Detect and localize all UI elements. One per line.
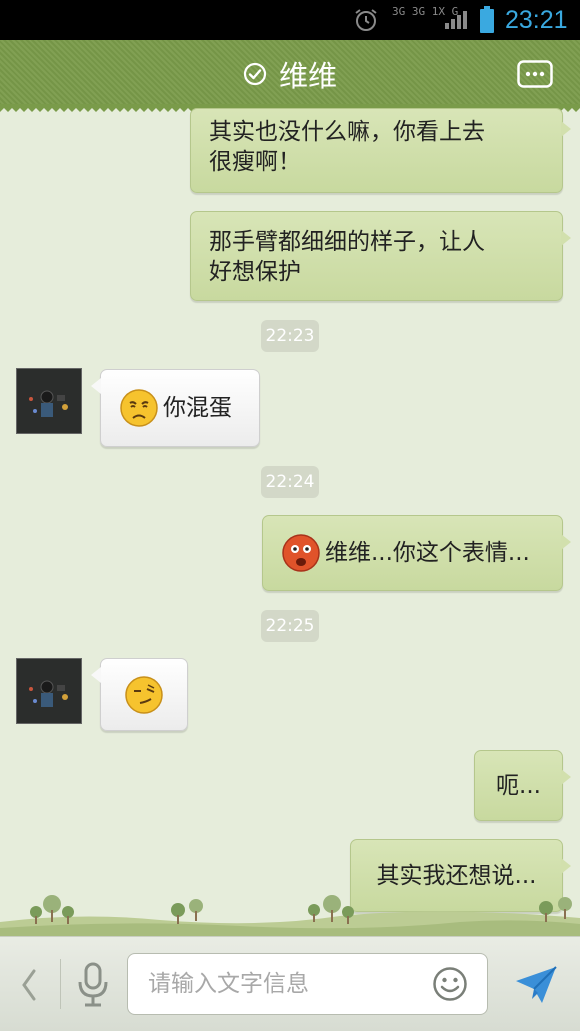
avatar[interactable] [16,658,82,724]
smiley-icon[interactable] [432,966,468,1002]
message-text-line: 好想保护 [209,259,301,285]
send-icon[interactable] [512,963,560,1007]
shocked-face-emoji [282,534,320,572]
timestamp: 22:25 [261,610,319,642]
avatar-image [17,369,81,433]
chat-header: 维维 [0,40,580,108]
divider [60,959,61,1009]
avatar[interactable] [16,368,82,434]
sad-face-emoji [120,389,158,427]
chevron-left-icon[interactable] [16,967,42,1003]
message-list[interactable]: 其实也没什么嘛，你看上去 很瘦啊！ 那手臂都细细的样子，让人 好想保护 22:2… [0,108,580,936]
message-text-line: 很瘦啊！ [209,149,301,175]
message-bubble-outgoing[interactable]: 呃... [474,750,571,821]
message-text-line: 其实也没什么嘛，你看上去 [209,119,485,145]
smirk-face-emoji [125,675,163,714]
battery-icon [480,6,494,33]
avatar-image [17,659,81,723]
signal-icon [445,11,467,29]
chat-menu-button[interactable] [517,60,553,88]
status-bar: 3G 3G 1X G 23:21 [0,0,580,40]
message-bubble-outgoing[interactable]: 维维...你这个表情... [262,515,571,591]
message-bubble-incoming[interactable]: 你混蛋 [91,369,260,447]
timestamp: 22:23 [261,320,319,352]
message-text-line: 那手臂都细细的样子，让人 [209,229,485,255]
timestamp: 22:24 [261,466,319,498]
message-bubble-incoming[interactable] [91,658,188,731]
microphone-icon[interactable] [76,961,110,1009]
message-text: 维维...你这个表情... [325,540,530,566]
message-bubble-outgoing[interactable]: 那手臂都细细的样子，让人 好想保护 [190,211,571,301]
message-text: 其实我还想说... [376,862,537,889]
input-bar [0,936,580,1031]
status-time: 23:21 [505,6,568,34]
message-text: 呃... [496,772,541,799]
contact-name: 维维 [278,59,337,93]
alarm-icon [355,9,377,31]
message-text: 你混蛋 [163,395,232,421]
message-bubble-outgoing[interactable]: 其实也没什么嘛，你看上去 很瘦啊！ [190,108,571,193]
chat-background-scenery [0,895,580,936]
chat-screen: 3G 3G 1X G 23:21 维维 其实也没什么嘛，你看上去 很瘦啊！ 那手… [0,0,580,1031]
check-circle-icon [243,62,267,86]
